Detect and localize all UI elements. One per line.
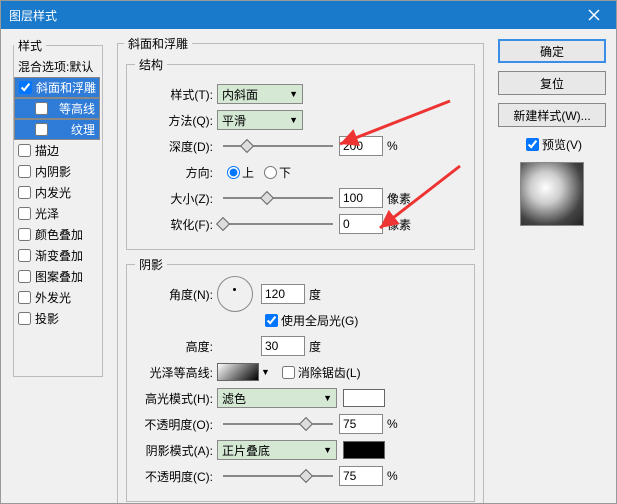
style-check-contour[interactable] bbox=[35, 102, 48, 115]
close-button[interactable] bbox=[572, 1, 616, 29]
blend-options[interactable]: 混合选项:默认 bbox=[14, 56, 102, 77]
global-light-label: 使用全局光(G) bbox=[281, 312, 358, 329]
chevron-down-icon: ▼ bbox=[289, 115, 298, 125]
highlight-opacity-input[interactable]: 75 bbox=[339, 414, 383, 434]
style-item-gradient-overlay[interactable]: 渐变叠加 bbox=[14, 245, 102, 266]
size-slider[interactable] bbox=[223, 191, 333, 205]
preview-label: 预览(V) bbox=[542, 136, 582, 153]
highlight-opacity-label: 不透明度(O): bbox=[135, 416, 217, 433]
shadow-mode-select[interactable]: 正片叠底▼ bbox=[217, 440, 337, 460]
preview-check[interactable] bbox=[526, 138, 539, 151]
ok-button[interactable]: 确定 bbox=[498, 39, 606, 63]
highlight-mode-label: 高光模式(H): bbox=[135, 390, 217, 407]
dialog-title: 图层样式 bbox=[9, 7, 57, 24]
angle-input[interactable]: 120 bbox=[261, 284, 305, 304]
style-item-outer-glow[interactable]: 外发光 bbox=[14, 287, 102, 308]
style-item-pattern-overlay[interactable]: 图案叠加 bbox=[14, 266, 102, 287]
style-check-texture[interactable] bbox=[35, 123, 48, 136]
bevel-group: 斜面和浮雕 结构 样式(T): 内斜面▼ 方法(Q): 平滑▼ 深度(D): 2 bbox=[117, 35, 484, 503]
angle-dial[interactable] bbox=[217, 276, 253, 312]
highlight-opacity-slider[interactable] bbox=[223, 417, 333, 431]
structure-group: 结构 样式(T): 内斜面▼ 方法(Q): 平滑▼ 深度(D): 200 % bbox=[126, 56, 475, 250]
shadow-opacity-label: 不透明度(C): bbox=[135, 468, 217, 485]
style-label: 样式(T): bbox=[135, 86, 217, 103]
soften-unit: 像素 bbox=[387, 216, 411, 233]
size-label: 大小(Z): bbox=[135, 190, 217, 207]
style-check-bevel[interactable] bbox=[19, 81, 32, 94]
altitude-input[interactable]: 30 bbox=[261, 336, 305, 356]
direction-down-radio[interactable] bbox=[264, 166, 277, 179]
style-check-pattern-overlay[interactable] bbox=[18, 270, 31, 283]
style-item-stroke[interactable]: 描边 bbox=[14, 140, 102, 161]
preview-thumbnail bbox=[520, 162, 584, 226]
style-item-drop-shadow[interactable]: 投影 bbox=[14, 308, 102, 329]
chevron-down-icon: ▼ bbox=[323, 445, 332, 455]
shading-legend: 阴影 bbox=[135, 256, 167, 273]
style-item-texture[interactable]: 纹理 bbox=[14, 119, 100, 140]
shading-group: 阴影 角度(N): 120 度 使用全局光(G) 高度: bbox=[126, 256, 475, 502]
highlight-mode-select[interactable]: 滤色▼ bbox=[217, 388, 337, 408]
soften-input[interactable]: 0 bbox=[339, 214, 383, 234]
cancel-button[interactable]: 复位 bbox=[498, 71, 606, 95]
style-check-outer-glow[interactable] bbox=[18, 291, 31, 304]
shadow-color-swatch[interactable] bbox=[343, 441, 385, 459]
gloss-contour-label: 光泽等高线: bbox=[135, 364, 217, 381]
style-check-satin[interactable] bbox=[18, 207, 31, 220]
angle-unit: 度 bbox=[309, 286, 321, 303]
style-item-contour[interactable]: 等高线 bbox=[14, 98, 100, 119]
style-check-drop-shadow[interactable] bbox=[18, 312, 31, 325]
size-input[interactable]: 100 bbox=[339, 188, 383, 208]
chevron-down-icon: ▼ bbox=[323, 393, 332, 403]
style-check-gradient-overlay[interactable] bbox=[18, 249, 31, 262]
styles-panel: 样式 混合选项:默认 斜面和浮雕 等高线 纹理 描边 内阴影 内发光 光泽 颜色… bbox=[13, 37, 103, 377]
depth-unit: % bbox=[387, 139, 398, 153]
bevel-legend: 斜面和浮雕 bbox=[124, 35, 192, 52]
soften-label: 软化(F): bbox=[135, 216, 217, 233]
direction-up-radio[interactable] bbox=[227, 166, 240, 179]
structure-legend: 结构 bbox=[135, 56, 167, 73]
altitude-unit: 度 bbox=[309, 338, 321, 355]
highlight-color-swatch[interactable] bbox=[343, 389, 385, 407]
chevron-down-icon[interactable]: ▼ bbox=[261, 367, 270, 377]
style-item-bevel[interactable]: 斜面和浮雕 bbox=[14, 77, 100, 98]
method-select[interactable]: 平滑▼ bbox=[217, 110, 303, 130]
chevron-down-icon: ▼ bbox=[289, 89, 298, 99]
titlebar: 图层样式 bbox=[1, 1, 616, 29]
altitude-label: 高度: bbox=[135, 338, 217, 355]
style-item-inner-shadow[interactable]: 内阴影 bbox=[14, 161, 102, 182]
shadow-opacity-slider[interactable] bbox=[223, 469, 333, 483]
global-light-check[interactable] bbox=[265, 314, 278, 327]
antialias-label: 消除锯齿(L) bbox=[298, 364, 361, 381]
styles-legend: 样式 bbox=[14, 37, 46, 54]
style-item-satin[interactable]: 光泽 bbox=[14, 203, 102, 224]
antialias-check[interactable] bbox=[282, 366, 295, 379]
style-check-inner-glow[interactable] bbox=[18, 186, 31, 199]
gloss-contour-picker[interactable] bbox=[217, 363, 259, 381]
soften-slider[interactable] bbox=[223, 217, 333, 231]
method-label: 方法(Q): bbox=[135, 112, 217, 129]
depth-slider[interactable] bbox=[223, 139, 333, 153]
depth-input[interactable]: 200 bbox=[339, 136, 383, 156]
shadow-opacity-input[interactable]: 75 bbox=[339, 466, 383, 486]
style-item-inner-glow[interactable]: 内发光 bbox=[14, 182, 102, 203]
depth-label: 深度(D): bbox=[135, 138, 217, 155]
direction-label: 方向: bbox=[135, 164, 217, 181]
style-item-color-overlay[interactable]: 颜色叠加 bbox=[14, 224, 102, 245]
shadow-mode-label: 阴影模式(A): bbox=[135, 442, 217, 459]
size-unit: 像素 bbox=[387, 190, 411, 207]
angle-label: 角度(N): bbox=[135, 286, 217, 303]
style-select[interactable]: 内斜面▼ bbox=[217, 84, 303, 104]
style-check-color-overlay[interactable] bbox=[18, 228, 31, 241]
new-style-button[interactable]: 新建样式(W)... bbox=[498, 103, 606, 127]
style-check-inner-shadow[interactable] bbox=[18, 165, 31, 178]
style-check-stroke[interactable] bbox=[18, 144, 31, 157]
